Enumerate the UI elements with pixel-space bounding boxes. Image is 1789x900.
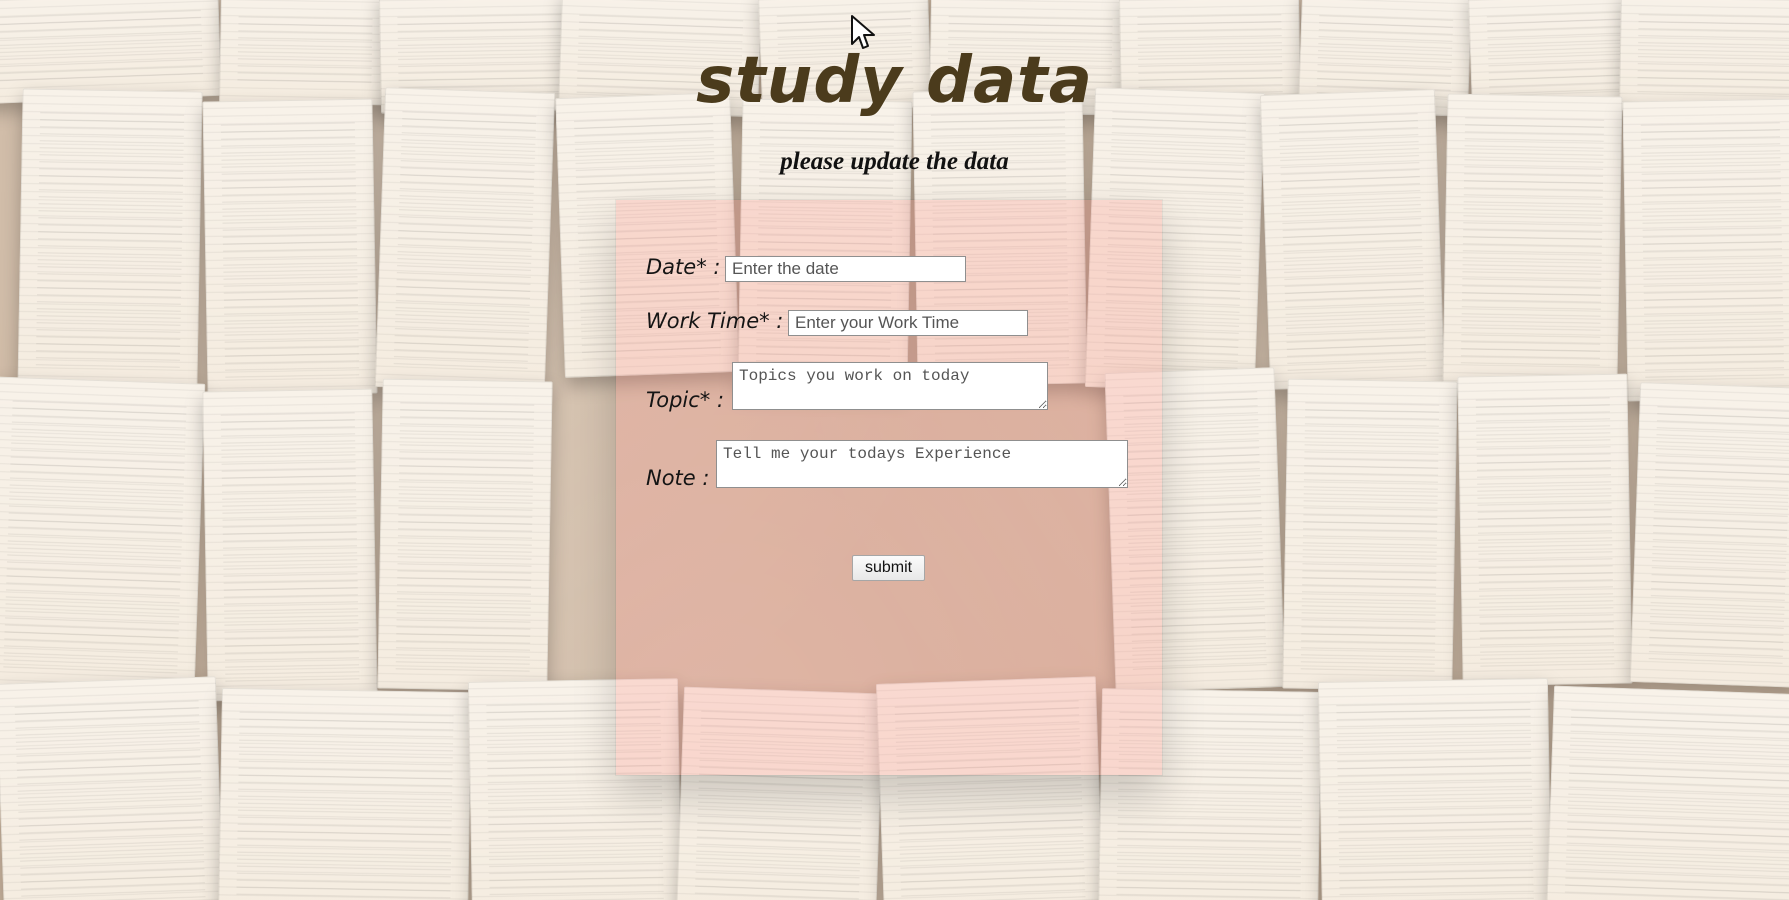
background-page [1317, 678, 1553, 900]
background-page [0, 376, 206, 694]
work-time-label: Work Time* : [646, 309, 784, 333]
topic-textarea[interactable] [732, 362, 1048, 410]
work-time-input[interactable] [788, 310, 1028, 336]
background-page [1629, 382, 1789, 688]
submit-button[interactable]: submit [852, 555, 925, 581]
note-label: Note : [646, 466, 710, 490]
background-page [1546, 685, 1789, 900]
date-input[interactable] [725, 256, 966, 282]
page-title: study data [696, 44, 1093, 118]
background-page [202, 388, 378, 702]
background-page [1282, 378, 1458, 692]
background-page [1457, 373, 1633, 687]
topic-label: Topic* : [646, 388, 725, 412]
page-subtitle: please update the data [780, 148, 1009, 175]
background-page [374, 87, 556, 393]
background-page [218, 687, 472, 900]
note-textarea[interactable] [716, 440, 1128, 488]
background-page [1622, 98, 1789, 402]
background-page [1442, 93, 1623, 387]
background-page [0, 676, 225, 900]
background-page [1259, 89, 1446, 390]
date-label: Date* : [646, 255, 721, 279]
background-page [377, 378, 553, 692]
background-page [202, 98, 378, 397]
mouse-pointer-icon [851, 15, 875, 49]
background-page [17, 88, 203, 392]
